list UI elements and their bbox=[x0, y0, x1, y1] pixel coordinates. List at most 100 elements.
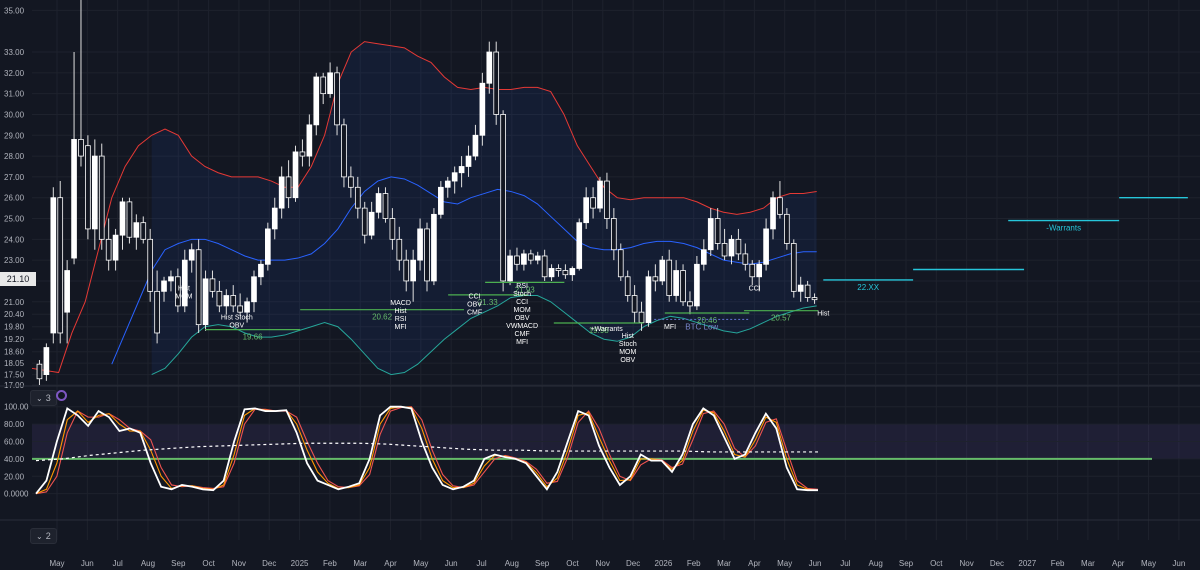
signal-annotation-line: MFI bbox=[664, 324, 676, 331]
y-tick-label: 30.00 bbox=[4, 110, 25, 119]
candle-body bbox=[417, 228, 423, 261]
support-level-label: 20.62 bbox=[372, 313, 393, 322]
candle-body bbox=[202, 278, 209, 326]
candle-body bbox=[749, 263, 756, 278]
signal-annotation-line: Hist Stoch bbox=[221, 314, 253, 321]
candle-body bbox=[36, 363, 43, 380]
y-tick-label: 21.00 bbox=[4, 298, 25, 307]
candle-body bbox=[140, 222, 147, 240]
candle-body bbox=[258, 263, 264, 278]
candle-body bbox=[271, 207, 278, 230]
x-tick-label: Jul bbox=[113, 559, 123, 568]
candle-body bbox=[403, 259, 410, 282]
candle-body bbox=[451, 172, 458, 182]
candle-body bbox=[64, 270, 70, 313]
x-tick-label: Dec bbox=[262, 559, 276, 568]
candle-body bbox=[57, 197, 64, 334]
y-tick-label: 23.00 bbox=[4, 256, 25, 265]
candle-body bbox=[230, 295, 237, 307]
pane-collapse-stoch-button[interactable]: ⌄ 3 bbox=[30, 390, 57, 406]
candle-body bbox=[98, 155, 105, 240]
signal-annotation-line: Hist bbox=[178, 285, 190, 292]
candle-body bbox=[811, 297, 818, 301]
candle-body bbox=[700, 249, 707, 265]
pane-collapse-lower-button[interactable]: ⌄ 2 bbox=[30, 528, 57, 544]
candle-body bbox=[71, 139, 77, 259]
candle-body bbox=[431, 213, 437, 282]
signal-annotation-line: CCI bbox=[516, 299, 528, 306]
candle-body bbox=[133, 222, 140, 238]
signal-annotation-line: MFI bbox=[516, 339, 528, 346]
candle-body bbox=[424, 228, 430, 282]
candle-body bbox=[714, 218, 721, 244]
x-tick-label: Jun bbox=[809, 559, 822, 568]
x-tick-label: Oct bbox=[566, 559, 579, 568]
y-tick-label: 31.00 bbox=[4, 90, 25, 99]
candle-body bbox=[188, 249, 195, 261]
candle-body bbox=[292, 151, 299, 199]
target-level-label: -Warrants bbox=[1046, 224, 1081, 233]
candle-body bbox=[43, 347, 50, 375]
signal-annotation: +Warrants bbox=[591, 326, 624, 333]
indicator-settings-icon[interactable] bbox=[56, 390, 67, 401]
signal-annotation-line: Stoch bbox=[619, 341, 637, 348]
candle-body bbox=[541, 255, 548, 278]
oscillator-tick-label: 40.00 bbox=[4, 455, 25, 464]
y-tick-label: 27.00 bbox=[4, 173, 25, 182]
candle-body bbox=[721, 243, 728, 257]
candle-body bbox=[624, 276, 631, 296]
y-tick-label: 17.50 bbox=[4, 371, 25, 380]
signal-annotation-line: OBV bbox=[467, 302, 482, 309]
candle-body bbox=[631, 295, 638, 313]
x-tick-label: Mar bbox=[717, 559, 731, 568]
y-tick-label: 19.20 bbox=[4, 335, 25, 344]
candle-body bbox=[223, 295, 230, 307]
y-tick-label: 19.80 bbox=[4, 323, 25, 332]
x-tick-label: Feb bbox=[687, 559, 701, 568]
x-tick-label: Jul bbox=[476, 559, 486, 568]
candle-body bbox=[112, 234, 119, 261]
candle-body bbox=[797, 284, 804, 292]
candle-body bbox=[514, 255, 520, 265]
candle-body bbox=[763, 228, 769, 265]
signal-annotation-line: Hist bbox=[622, 333, 634, 340]
support-level-label: BTC Low bbox=[685, 322, 718, 331]
candle-body bbox=[237, 305, 243, 313]
candle-body bbox=[569, 268, 576, 276]
candle-body bbox=[673, 270, 679, 296]
x-tick-label: Jun bbox=[81, 559, 94, 568]
candle-body bbox=[410, 259, 416, 282]
candle-body bbox=[334, 72, 340, 126]
x-tick-label: Sep bbox=[535, 559, 550, 568]
candle-body bbox=[50, 197, 57, 334]
candle-body bbox=[735, 238, 742, 255]
candle-body bbox=[396, 238, 403, 261]
x-tick-label: Oct bbox=[930, 559, 943, 568]
x-tick-label: May bbox=[1141, 559, 1156, 568]
candle-body bbox=[742, 253, 749, 265]
y-tick-label: 26.00 bbox=[4, 194, 25, 203]
x-tick-label: Jul bbox=[840, 559, 850, 568]
x-tick-label: Nov bbox=[232, 559, 246, 568]
candle-body bbox=[486, 51, 493, 84]
x-tick-label: 2025 bbox=[291, 559, 309, 568]
y-tick-label: 18.05 bbox=[4, 359, 25, 368]
candle-body bbox=[597, 180, 603, 209]
candle-body bbox=[784, 213, 790, 244]
x-tick-label: Apr bbox=[384, 559, 397, 568]
x-tick-label: Mar bbox=[353, 559, 367, 568]
candle-body bbox=[458, 166, 465, 174]
signal-annotation-line: MOM bbox=[514, 307, 531, 314]
x-tick-label: 2027 bbox=[1018, 559, 1036, 568]
x-tick-label: Nov bbox=[960, 559, 974, 568]
candle-body bbox=[500, 114, 506, 282]
candle-body bbox=[576, 222, 583, 269]
candle-body bbox=[306, 124, 313, 157]
candle-body bbox=[354, 186, 361, 209]
signal-annotation-line: OBV bbox=[229, 322, 244, 329]
candle-body bbox=[493, 51, 500, 115]
candle-body bbox=[216, 290, 223, 307]
x-tick-label: May bbox=[49, 559, 64, 568]
candle-body bbox=[85, 145, 91, 230]
candle-body bbox=[209, 278, 216, 292]
